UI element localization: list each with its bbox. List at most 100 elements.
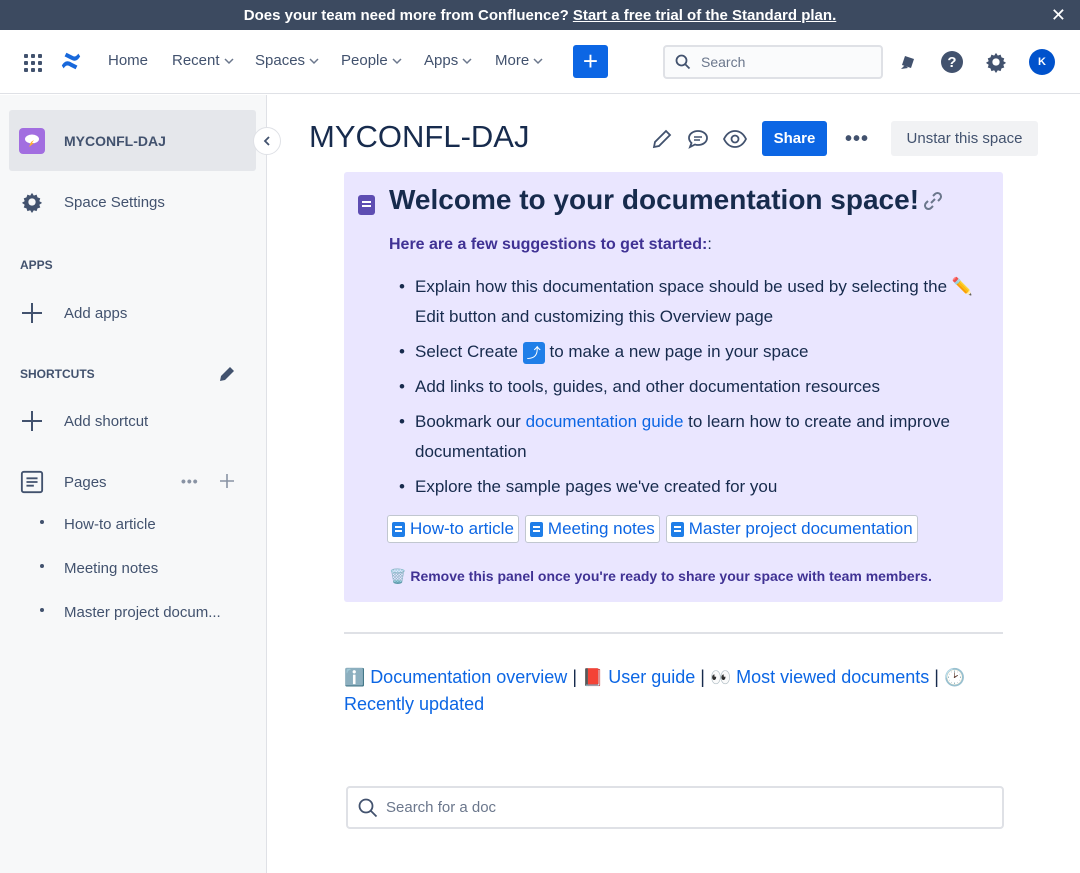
nav-spaces-label: Spaces (255, 52, 306, 69)
page-tree-item[interactable]: How-to article (40, 516, 156, 533)
list-item-text: Edit button and customizing this Overvie… (415, 307, 774, 326)
trial-banner: Does your team need more from Confluence… (0, 0, 1080, 30)
more-actions-button[interactable]: ••• (845, 128, 869, 151)
create-button[interactable]: + (573, 45, 608, 78)
page-icon (392, 521, 405, 537)
search-icon (358, 798, 378, 817)
documentation-guide-link[interactable]: documentation guide (526, 412, 684, 431)
list-item: Bookmark our documentation guide to lear… (397, 407, 993, 467)
quick-links: ℹ️ Documentation overview | 📕 User guide… (344, 664, 984, 717)
page-link-label: Master project documentation (688, 519, 913, 538)
trial-link[interactable]: Start a free trial of the Standard plan. (573, 7, 836, 24)
search-icon (675, 54, 691, 70)
close-icon[interactable]: ✕ (1051, 5, 1066, 26)
apps-heading: APPS (20, 258, 53, 272)
welcome-panel: Welcome to your documentation space! Her… (344, 172, 1003, 602)
page-link-master-project-documentation[interactable]: Master project documentation (665, 515, 918, 543)
list-item-text: Select Create (415, 342, 518, 361)
nav-recent[interactable]: Recent (172, 52, 234, 69)
page-link-meeting-notes[interactable]: Meeting notes (524, 515, 660, 543)
page-tree-item-label: Master project docum... (64, 604, 221, 621)
share-button[interactable]: Share (762, 121, 827, 156)
panel-intro-suffix: : (707, 236, 712, 253)
page-title: MYCONFL-DAJ (309, 119, 530, 154)
edit-pencil-icon[interactable] (649, 126, 675, 152)
space-header[interactable]: MYCONFL-DAJ (9, 110, 256, 171)
eyes-icon: 👀 (709, 668, 732, 687)
list-item-text: to make a new page in your space (549, 342, 809, 361)
page-icon (529, 521, 543, 537)
confluence-logo-icon[interactable] (60, 50, 82, 72)
nav-people[interactable]: People (341, 52, 402, 69)
panel-intro-text: Here are a few suggestions to get starte… (389, 236, 708, 253)
link-icon[interactable] (922, 190, 944, 212)
space-sidebar: MYCONFL-DAJ Space Settings APPS Add apps… (0, 95, 267, 873)
info-icon: ℹ️ (344, 668, 366, 687)
nav-home[interactable]: Home (108, 52, 148, 69)
nav-apps-label: Apps (424, 52, 459, 69)
page-tree-item[interactable]: Master project docum... (40, 604, 221, 621)
list-item-text: Bookmark our (415, 412, 521, 431)
top-navigation: Home Recent Spaces People Apps More + Se… (0, 30, 1080, 94)
recently-updated-link[interactable]: Recently updated (344, 694, 484, 714)
page-link-label: Meeting notes (547, 519, 655, 538)
edit-shortcuts-pencil-icon[interactable] (218, 365, 236, 388)
page-icon (670, 521, 684, 537)
nav-more[interactable]: More (495, 52, 543, 69)
chevron-left-icon (263, 136, 270, 146)
remove-panel-text: Remove this panel once you're ready to s… (410, 568, 932, 584)
add-apps-label: Add apps (64, 304, 128, 322)
page-tree-item-label: Meeting notes (64, 560, 159, 577)
pages-icon (20, 470, 44, 494)
pages-tree-header[interactable]: Pages (20, 470, 107, 494)
nav-people-label: People (341, 52, 388, 69)
space-settings-label: Space Settings (64, 193, 165, 211)
watch-eye-icon[interactable] (722, 126, 748, 152)
notifications-icon[interactable] (895, 49, 921, 75)
unstar-space-button[interactable]: Unstar this space (891, 121, 1038, 156)
collapse-sidebar-button[interactable] (253, 127, 281, 155)
create-arrow-icon: ⤴ (522, 341, 545, 364)
add-page-plus-icon[interactable] (220, 474, 234, 493)
doc-search-input[interactable]: Search for a doc (346, 786, 1004, 829)
app-switcher-icon[interactable] (24, 54, 42, 72)
comment-icon[interactable] (685, 126, 711, 152)
page-link-label: How-to article (410, 519, 514, 538)
bullet-icon (40, 563, 44, 568)
page-link-how-to-article[interactable]: How-to article (387, 515, 519, 543)
most-viewed-documents-link[interactable]: Most viewed documents (736, 667, 929, 687)
nav-apps[interactable]: Apps (424, 52, 472, 69)
add-shortcut-label: Add shortcut (64, 412, 149, 430)
chevron-down-icon (533, 57, 543, 64)
list-item-text: Explore the sample pages we've created f… (415, 477, 778, 496)
plus-icon (20, 301, 44, 325)
pages-more-actions-icon[interactable]: ••• (181, 473, 199, 489)
list-item: Explore the sample pages we've created f… (397, 472, 993, 502)
list-item: Select Create ⤴ to make a new page in yo… (397, 337, 993, 367)
add-apps-link[interactable]: Add apps (20, 301, 127, 325)
user-guide-link[interactable]: User guide (608, 667, 695, 687)
space-settings-link[interactable]: Space Settings (20, 190, 165, 214)
panel-intro: Here are a few suggestions to get starte… (389, 236, 712, 254)
global-search-input[interactable]: Search (663, 45, 883, 79)
bullet-icon (40, 519, 44, 524)
list-item: Explain how this documentation space sho… (397, 272, 993, 332)
book-icon: 📕 (582, 668, 604, 687)
doc-search-placeholder: Search for a doc (386, 799, 497, 816)
add-shortcut-link[interactable]: Add shortcut (20, 409, 148, 433)
banner-text: Does your team need more from Confluence… (243, 6, 569, 24)
nav-spaces[interactable]: Spaces (255, 52, 319, 69)
separator: | (934, 667, 939, 687)
user-avatar[interactable]: K (1029, 49, 1055, 75)
help-icon[interactable]: ? (939, 49, 965, 75)
chevron-down-icon (309, 57, 319, 64)
nav-more-label: More (495, 52, 530, 69)
page-tree-item[interactable]: Meeting notes (40, 560, 158, 577)
panel-heading: Welcome to your documentation space! (389, 184, 920, 215)
list-item: Add links to tools, guides, and other do… (397, 372, 993, 402)
settings-gear-icon[interactable] (983, 49, 1009, 75)
documentation-overview-link[interactable]: Documentation overview (370, 667, 567, 687)
search-placeholder: Search (701, 54, 746, 70)
bullet-icon (40, 607, 44, 612)
sample-page-links: How-to article Meeting notes Master proj… (387, 515, 918, 543)
